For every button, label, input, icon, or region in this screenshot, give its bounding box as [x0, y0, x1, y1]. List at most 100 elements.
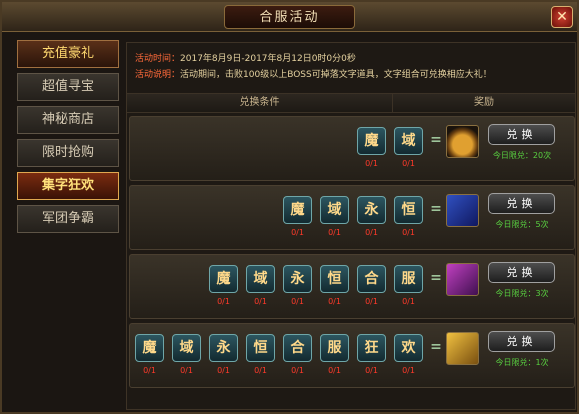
- sidebar-item-collect-words[interactable]: 集字狂欢: [17, 172, 119, 200]
- character-item: 合: [357, 265, 386, 293]
- character-item: 恒: [394, 196, 423, 224]
- exchange-row: 魔 0/1 域 0/1 永 0/1 恒 0/1 合 0/1 服 0/1 = 兑换 今日限兑：3次: [129, 254, 575, 319]
- event-info: 活动时间：2017年8月9日-2017年8月12日0时0分0秒 活动说明：活动期…: [135, 51, 567, 91]
- character-item: 魔: [135, 334, 164, 362]
- event-time-value: 2017年8月9日-2017年8月12日0时0分0秒: [180, 54, 356, 64]
- event-desc-label: 活动说明：: [135, 70, 181, 80]
- gold-pouch-icon[interactable]: [446, 125, 479, 158]
- title-bar: 合服活动: [2, 2, 577, 32]
- sidebar-item-treasure-hunt[interactable]: 超值寻宝: [17, 73, 119, 101]
- character-count: 0/1: [291, 228, 304, 237]
- character-item: 域: [246, 265, 275, 293]
- exchange-row: 魔 0/1 域 0/1 永 0/1 恒 0/1 = 兑换今日限兑：5次: [129, 185, 575, 250]
- character-count: 0/1: [254, 366, 267, 375]
- character-slot[interactable]: 魔 0/1: [132, 334, 169, 384]
- sidebar: 充值豪礼 超值寻宝 神秘商店 限时抢购 集字狂欢 军团争霸: [12, 40, 124, 410]
- character-item: 魔: [209, 265, 238, 293]
- character-item: 恒: [320, 265, 349, 293]
- character-item: 欢: [394, 334, 423, 362]
- character-slot[interactable]: 永 0/1: [354, 196, 391, 246]
- equals-sign: =: [430, 270, 442, 286]
- character-item: 永: [357, 196, 386, 224]
- required-characters: 魔 0/1 域 0/1 永 0/1 恒 0/1 合 0/1 服 0/1 狂 0/1 欢 0/1: [132, 334, 428, 384]
- character-item: 魔: [357, 127, 386, 155]
- character-count: 0/1: [365, 159, 378, 168]
- character-slot[interactable]: 恒 0/1: [317, 265, 354, 315]
- character-count: 0/1: [402, 366, 415, 375]
- character-slot[interactable]: 域 0/1: [317, 196, 354, 246]
- equals-sign: =: [430, 201, 442, 217]
- character-slot[interactable]: 永 0/1: [206, 334, 243, 384]
- character-count: 0/1: [328, 297, 341, 306]
- character-count: 0/1: [328, 228, 341, 237]
- character-slot[interactable]: 魔 0/1: [206, 265, 243, 315]
- sidebar-item-mystery-shop[interactable]: 神秘商店: [17, 106, 119, 134]
- character-slot[interactable]: 恒 0/1: [243, 334, 280, 384]
- main-panel: 活动时间：2017年8月9日-2017年8月12日0时0分0秒 活动说明：活动期…: [126, 42, 576, 410]
- exchange-button[interactable]: 兑换: [488, 262, 555, 283]
- required-characters: 魔 0/1 域 0/1: [354, 127, 428, 177]
- sidebar-item-flash-sale[interactable]: 限时抢购: [17, 139, 119, 167]
- character-item: 服: [394, 265, 423, 293]
- exchange-row: 魔 0/1 域 0/1 永 0/1 恒 0/1 合 0/1 服 0/1 狂 0/1 欢 0/1 = 兑换 今日限兑：…: [129, 323, 575, 388]
- character-item: 域: [320, 196, 349, 224]
- exchange-button[interactable]: 兑换: [488, 193, 555, 214]
- character-count: 0/1: [254, 297, 267, 306]
- exchange-button[interactable]: 兑换: [488, 124, 555, 145]
- character-slot[interactable]: 魔 0/1: [354, 127, 391, 177]
- sidebar-item-legion-battle[interactable]: 军团争霸: [17, 205, 119, 233]
- blue-chest-icon[interactable]: [446, 194, 479, 227]
- character-item: 魔: [283, 196, 312, 224]
- character-count: 0/1: [291, 366, 304, 375]
- character-count: 0/1: [402, 297, 415, 306]
- character-slot[interactable]: 服 0/1: [317, 334, 354, 384]
- sidebar-item-recharge-gift[interactable]: 充值豪礼: [17, 40, 119, 68]
- character-count: 0/1: [365, 297, 378, 306]
- equals-sign: =: [430, 339, 442, 355]
- character-count: 0/1: [217, 366, 230, 375]
- character-count: 0/1: [291, 297, 304, 306]
- character-slot[interactable]: 域 0/1: [169, 334, 206, 384]
- table-header: 兑换条件 奖励: [127, 93, 575, 113]
- event-desc-value: 活动期间，击败100级以上BOSS可掉落文字道具，文字组合可兑换相应大礼！: [180, 70, 492, 80]
- character-count: 0/1: [402, 228, 415, 237]
- character-item: 域: [172, 334, 201, 362]
- character-count: 0/1: [217, 297, 230, 306]
- window-title: 合服活动: [224, 5, 355, 29]
- character-slot[interactable]: 服 0/1: [391, 265, 428, 315]
- character-count: 0/1: [365, 366, 378, 375]
- character-count: 0/1: [180, 366, 193, 375]
- character-count: 0/1: [143, 366, 156, 375]
- character-slot[interactable]: 域 0/1: [243, 265, 280, 315]
- daily-limit: 今日限兑：5次: [495, 220, 549, 229]
- character-slot[interactable]: 永 0/1: [280, 265, 317, 315]
- exchange-row: 魔 0/1 域 0/1 = 兑换 今日限兑：20次: [129, 116, 575, 181]
- character-slot[interactable]: 恒 0/1: [391, 196, 428, 246]
- daily-limit: 今日限兑：1次: [495, 358, 549, 367]
- character-slot[interactable]: 欢 0/1: [391, 334, 428, 384]
- character-slot[interactable]: 魔 0/1: [280, 196, 317, 246]
- close-button[interactable]: ✕: [551, 6, 573, 28]
- gold-chest-icon[interactable]: [446, 332, 479, 365]
- character-slot[interactable]: 狂 0/1: [354, 334, 391, 384]
- character-item: 服: [320, 334, 349, 362]
- exchange-button[interactable]: 兑换: [488, 331, 555, 352]
- character-slot[interactable]: 域 0/1: [391, 127, 428, 177]
- character-count: 0/1: [402, 159, 415, 168]
- character-item: 永: [283, 265, 312, 293]
- header-condition: 兑换条件: [239, 97, 280, 108]
- event-time: 活动时间：2017年8月9日-2017年8月12日0时0分0秒: [135, 51, 567, 67]
- event-description: 活动说明：活动期间，击败100级以上BOSS可掉落文字道具，文字组合可兑换相应大…: [135, 67, 567, 83]
- character-item: 合: [283, 334, 312, 362]
- event-window: 合服活动 ✕ 充值豪礼 超值寻宝 神秘商店 限时抢购 集字狂欢 军团争霸 活动时…: [0, 0, 579, 414]
- character-item: 恒: [246, 334, 275, 362]
- character-slot[interactable]: 合 0/1: [354, 265, 391, 315]
- required-characters: 魔 0/1 域 0/1 永 0/1 恒 0/1: [280, 196, 428, 246]
- character-item: 永: [209, 334, 238, 362]
- purple-chest-icon[interactable]: [446, 263, 479, 296]
- character-slot[interactable]: 合 0/1: [280, 334, 317, 384]
- daily-limit: 今日限兑：20次: [492, 151, 552, 160]
- character-count: 0/1: [328, 366, 341, 375]
- event-time-label: 活动时间：: [135, 54, 181, 64]
- equals-sign: =: [430, 132, 442, 148]
